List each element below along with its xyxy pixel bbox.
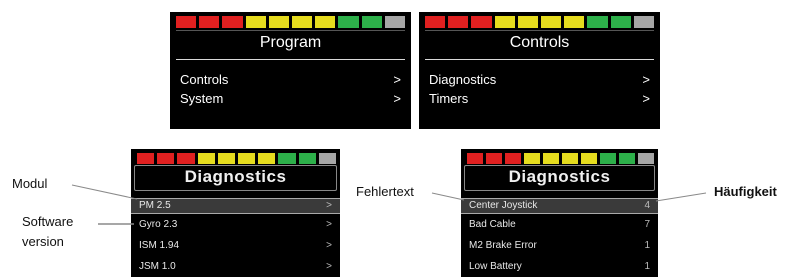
error-count: 4	[644, 200, 650, 211]
menu-item-controls[interactable]: Controls >	[170, 72, 411, 87]
bar-segment	[467, 153, 483, 164]
bar-segment	[176, 16, 197, 28]
module-item-pm[interactable]: PM 2.5 >	[131, 198, 340, 214]
bar-segment	[633, 16, 655, 28]
bar-segment	[318, 153, 337, 164]
bar-segment	[177, 153, 195, 164]
status-level-bar	[425, 16, 655, 28]
bar-segment	[137, 153, 155, 164]
status-level-bar	[137, 153, 337, 164]
bar-segment	[587, 16, 608, 28]
error-label: Bad Cable	[469, 219, 516, 230]
bar-segment	[222, 16, 243, 28]
bar-segment	[268, 16, 290, 28]
chevron-right-icon: >	[393, 91, 401, 106]
bar-segment	[610, 16, 631, 28]
callout-haeufigkeit: Häufigkeit	[714, 184, 777, 199]
bar-segment	[292, 16, 313, 28]
error-label: Low Battery	[469, 261, 522, 272]
menu-item-label: Timers	[429, 91, 469, 106]
diagnostics-modules-screen: Diagnostics PM 2.5 > Gyro 2.3 > ISM 1.94…	[131, 149, 340, 277]
bar-segment	[258, 153, 276, 164]
module-label: ISM 1.94	[139, 240, 180, 251]
bar-segment	[245, 16, 266, 28]
menu-item-diagnostics[interactable]: Diagnostics >	[419, 72, 660, 87]
menu-item-label: Controls	[180, 72, 229, 87]
leader-line-fehlertext	[431, 192, 465, 201]
module-label: JSM 1.0	[139, 261, 176, 272]
error-item-bad-cable[interactable]: Bad Cable 7	[461, 219, 658, 230]
module-label: PM 2.5	[139, 200, 171, 211]
chevron-right-icon: >	[326, 200, 332, 211]
error-item-low-battery[interactable]: Low Battery 1	[461, 261, 658, 272]
screen-title: Program	[259, 34, 322, 51]
bar-segment	[384, 16, 406, 28]
diagnostics-errors-screen: Diagnostics Center Joystick 4 Bad Cable …	[461, 149, 658, 277]
bar-segment	[517, 16, 539, 28]
program-screen: Program Controls > System >	[170, 12, 411, 129]
error-item-m2-brake[interactable]: M2 Brake Error 1	[461, 240, 658, 251]
bar-segment	[361, 16, 382, 28]
bar-segment	[217, 153, 236, 164]
module-item-jsm[interactable]: JSM 1.0 >	[131, 261, 340, 272]
chevron-right-icon: >	[326, 261, 332, 272]
callout-modul: Modul	[12, 176, 48, 191]
bar-segment	[486, 153, 502, 164]
bar-segment	[298, 153, 316, 164]
status-level-bar	[467, 153, 654, 164]
error-label: Center Joystick	[469, 200, 538, 211]
module-label: Gyro 2.3	[139, 219, 178, 230]
menu-item-timers[interactable]: Timers >	[419, 91, 660, 106]
error-count: 7	[644, 219, 650, 230]
chevron-right-icon: >	[393, 72, 401, 87]
bar-segment	[564, 16, 585, 28]
error-count: 1	[644, 261, 650, 272]
bar-segment	[315, 16, 336, 28]
leader-line-modul	[71, 184, 138, 200]
chevron-right-icon: >	[642, 91, 650, 106]
callout-software-line1: Software	[22, 214, 74, 229]
bar-segment	[338, 16, 359, 28]
bar-segment	[197, 153, 215, 164]
chevron-right-icon: >	[326, 240, 332, 251]
callout-fehlertext: Fehlertext	[356, 184, 414, 199]
bar-segment	[157, 153, 175, 164]
bar-segment	[562, 153, 578, 164]
bar-segment	[638, 153, 654, 164]
module-item-ism[interactable]: ISM 1.94 >	[131, 240, 340, 251]
menu-item-label: System	[180, 91, 224, 106]
menu-item-system[interactable]: System >	[170, 91, 411, 106]
leader-line-haeufigkeit	[655, 192, 707, 202]
bar-segment	[494, 16, 515, 28]
controls-screen: Controls Diagnostics > Timers >	[419, 12, 660, 129]
screen-title: Diagnostics	[184, 167, 287, 186]
bar-segment	[238, 153, 256, 164]
menu-item-label: Diagnostics	[429, 72, 497, 87]
bar-segment	[600, 153, 616, 164]
error-count: 1	[644, 240, 650, 251]
callout-software-line2: version	[22, 234, 64, 249]
chevron-right-icon: >	[642, 72, 650, 87]
bar-segment	[619, 153, 635, 164]
error-label: M2 Brake Error	[469, 240, 537, 251]
screen-title: Controls	[509, 34, 570, 51]
bar-segment	[448, 16, 469, 28]
status-level-bar	[176, 16, 406, 28]
bar-segment	[505, 153, 521, 164]
module-item-gyro[interactable]: Gyro 2.3 >	[131, 219, 340, 230]
bar-segment	[199, 16, 220, 28]
bar-segment	[278, 153, 296, 164]
bar-segment	[543, 153, 559, 164]
bar-segment	[581, 153, 597, 164]
bar-segment	[471, 16, 492, 28]
bar-segment	[524, 153, 540, 164]
bar-segment	[425, 16, 446, 28]
screen-title: Diagnostics	[508, 167, 611, 186]
error-item-center-joystick[interactable]: Center Joystick 4	[461, 198, 658, 214]
bar-segment	[541, 16, 562, 28]
chevron-right-icon: >	[326, 219, 332, 230]
